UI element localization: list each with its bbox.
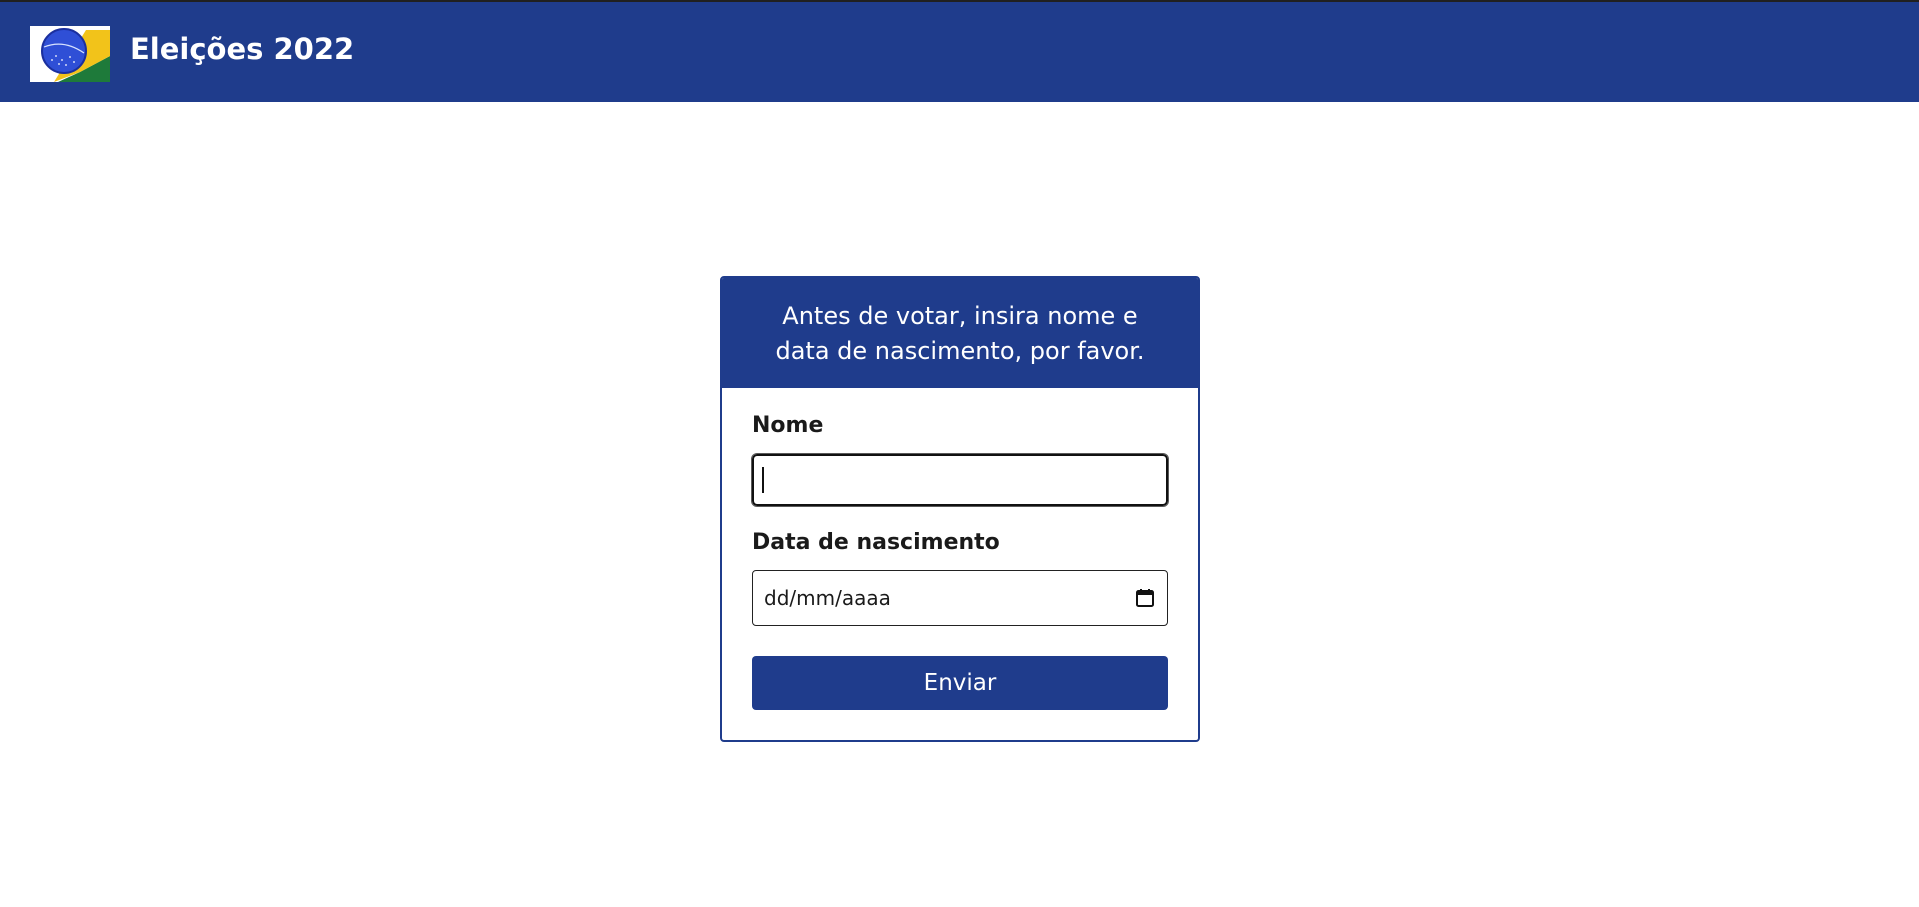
card-instructions: Antes de votar, insira nome e data de na… [722,278,1198,388]
calendar-icon[interactable] [1135,588,1155,608]
submit-button[interactable]: Enviar [752,656,1168,710]
text-caret [762,467,764,493]
birthdate-input[interactable]: dd/mm/aaaa [752,570,1168,626]
top-header-bar: Eleições 2022 [0,0,1919,102]
name-label: Nome [752,413,824,438]
brazil-flag-logo-icon [30,26,110,82]
birthdate-label: Data de nascimento [752,530,1000,555]
app-title: Eleições 2022 [130,32,355,66]
birthdate-placeholder: dd/mm/aaaa [764,586,891,610]
voter-identification-card: Antes de votar, insira nome e data de na… [720,276,1200,742]
name-input[interactable] [751,453,1169,507]
